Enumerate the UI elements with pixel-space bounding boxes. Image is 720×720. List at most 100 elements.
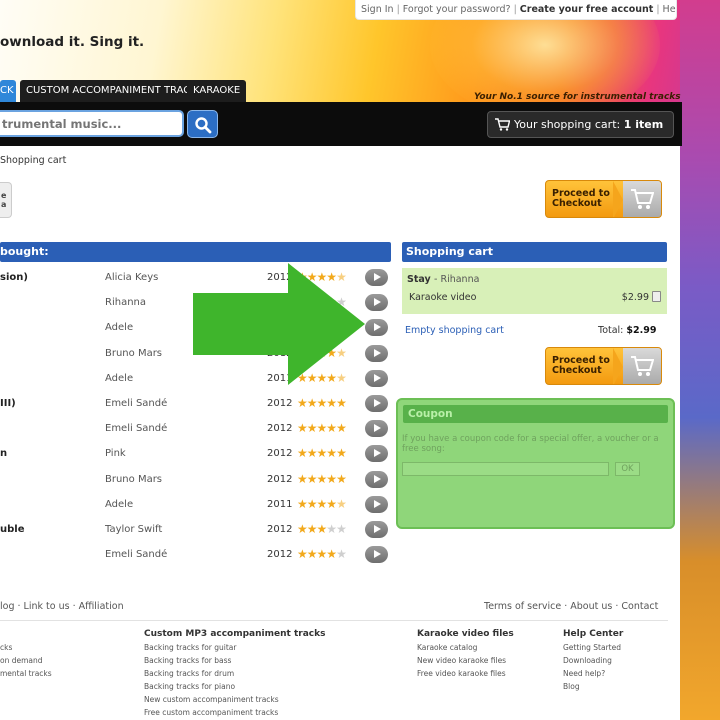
tab-custom-accompaniment[interactable]: CUSTOM ACCOMPANIMENT TRACK xyxy=(20,80,203,102)
song-title[interactable]: sion) xyxy=(0,272,28,283)
cart-total: Total: $2.99 xyxy=(598,325,656,336)
play-button[interactable] xyxy=(365,369,388,387)
artist-name[interactable]: Adele xyxy=(105,499,133,510)
artist-name[interactable]: Taylor Swift xyxy=(105,524,162,535)
proceed-to-checkout-button[interactable]: Proceed to Checkout xyxy=(545,347,662,385)
continue-shopping-button[interactable]: e a xyxy=(0,182,12,218)
footer-link[interactable]: Backing tracks for guitar xyxy=(144,641,325,654)
footer-link[interactable]: New custom accompaniment tracks xyxy=(144,693,325,706)
artist-name[interactable]: Emeli Sandé xyxy=(105,398,167,409)
footer-divider xyxy=(0,620,668,621)
coupon-code-input[interactable] xyxy=(402,462,609,476)
artist-name[interactable]: Bruno Mars xyxy=(105,348,162,359)
footer-link[interactable]: Need help? xyxy=(563,667,623,680)
search-input[interactable] xyxy=(0,110,184,137)
play-button[interactable] xyxy=(365,495,388,513)
release-year: 2012 xyxy=(267,524,293,535)
tagline: ownload it. Sing it. xyxy=(0,34,145,50)
footer-link[interactable]: Getting Started xyxy=(563,641,623,654)
side-background xyxy=(680,0,720,720)
play-button[interactable] xyxy=(365,344,388,362)
star-icon: ★ xyxy=(297,522,308,536)
footer-link[interactable]: on demand xyxy=(0,654,52,667)
play-button[interactable] xyxy=(365,420,388,438)
footer-link[interactable]: New video karaoke files xyxy=(417,654,514,667)
cart-item-type: Karaoke video xyxy=(409,292,477,303)
play-button[interactable] xyxy=(365,269,388,286)
song-title[interactable]: III) xyxy=(0,398,16,409)
cart-icon xyxy=(631,356,654,376)
proceed-to-checkout-button[interactable]: Proceed to Checkout xyxy=(545,180,662,218)
forgot-password-link[interactable]: Forgot your password? xyxy=(403,4,511,15)
footer-link[interactable]: mental tracks xyxy=(0,667,52,680)
search-button[interactable] xyxy=(187,110,218,138)
cart-icon xyxy=(631,189,654,209)
artist-name[interactable]: Alicia Keys xyxy=(105,272,158,283)
cart-item-artist: - Rihanna xyxy=(434,274,480,285)
play-button[interactable] xyxy=(365,521,388,538)
artist-name[interactable]: Bruno Mars xyxy=(105,474,162,485)
song-title[interactable]: uble xyxy=(0,524,25,535)
footer-link[interactable]: Backing tracks for bass xyxy=(144,654,325,667)
play-button[interactable] xyxy=(365,445,388,463)
artist-name[interactable]: Pink xyxy=(105,448,126,459)
rating-stars: ★★★★★ xyxy=(297,547,347,562)
play-button[interactable] xyxy=(365,546,388,564)
footer-link[interactable]: Backing tracks for piano xyxy=(144,680,325,693)
tab-backing-tracks[interactable]: CK xyxy=(0,80,16,102)
empty-cart-link[interactable]: Empty shopping cart xyxy=(405,325,504,336)
footer-column-heading: Help Center xyxy=(563,629,624,639)
footer-link[interactable]: Karaoke catalog xyxy=(417,641,514,654)
coupon-ok-button[interactable]: OK xyxy=(615,462,640,476)
search-icon xyxy=(195,117,212,134)
customers-bought-header: bought: xyxy=(0,242,391,262)
play-button[interactable] xyxy=(365,319,388,337)
footer-column-custom-tracks: Custom MP3 accompaniment tracks Backing … xyxy=(144,627,325,719)
total-label: Total: xyxy=(598,325,624,336)
star-icon: ★ xyxy=(326,547,337,562)
release-year: 2012 xyxy=(267,549,293,561)
star-icon: ★ xyxy=(326,522,337,536)
footer-column-karaoke: Karaoke video files Karaoke catalog New … xyxy=(417,627,514,680)
cart-count: 1 item xyxy=(623,118,664,131)
tab-karaoke[interactable]: KARAOKE xyxy=(187,80,247,102)
checkout-label: Proceed to Checkout xyxy=(552,355,610,376)
slogan: Your No.1 source for instrumental tracks xyxy=(474,92,681,102)
artist-name[interactable]: Emeli Sandé xyxy=(105,549,167,560)
star-icon: ★ xyxy=(336,522,347,536)
artist-name[interactable]: Emeli Sandé xyxy=(105,423,167,434)
footer-link[interactable]: cks xyxy=(0,641,52,654)
song-title[interactable]: n xyxy=(0,448,7,459)
footer-link[interactable]: Downloading xyxy=(563,654,623,667)
coupon-header: Coupon xyxy=(403,405,668,423)
footer-link[interactable]: Backing tracks for drum xyxy=(144,667,325,680)
artist-name[interactable]: Adele xyxy=(105,373,133,384)
footer-link[interactable]: Free video karaoke files xyxy=(417,667,514,680)
help-link[interactable]: Help xyxy=(663,4,676,15)
sign-in-link[interactable]: Sign In xyxy=(361,4,394,15)
footer-link[interactable]: Blog xyxy=(563,680,623,693)
coupon-box: Coupon If you have a coupon code for a s… xyxy=(396,398,675,529)
footer-column-1: cks on demand mental tracks xyxy=(0,627,52,680)
star-icon: ★ xyxy=(336,547,347,562)
artist-name[interactable]: Rihanna xyxy=(105,297,146,308)
footer-link[interactable]: Free custom accompaniment tracks xyxy=(144,706,325,719)
shopping-cart-button[interactable]: Your shopping cart: 1 item xyxy=(487,111,674,138)
trash-icon[interactable] xyxy=(652,291,661,302)
play-button[interactable] xyxy=(365,294,388,312)
footer-column-heading: Karaoke video files xyxy=(417,629,514,639)
play-button[interactable] xyxy=(365,470,388,488)
footer-links-left[interactable]: log · Link to us · Affiliation xyxy=(0,601,124,612)
footer-links-right[interactable]: Terms of service · About us · Contact xyxy=(484,601,658,612)
play-button[interactable] xyxy=(365,395,388,412)
list-item[interactable]: Emeli Sandé 2012 ★★★★★ xyxy=(0,544,395,569)
artist-name[interactable]: Adele xyxy=(105,322,133,333)
arrow-right-icon xyxy=(193,263,365,385)
footer-column-heading: Custom MP3 accompaniment tracks xyxy=(144,629,326,639)
star-icon: ★ xyxy=(306,522,318,536)
cart-label: Your shopping cart: xyxy=(514,118,621,131)
star-icon: ★ xyxy=(306,547,318,562)
rating-stars: ★★★★★ xyxy=(297,522,347,536)
create-account-link[interactable]: Create your free account xyxy=(520,4,654,15)
cart-item-title[interactable]: Stay xyxy=(407,274,431,285)
